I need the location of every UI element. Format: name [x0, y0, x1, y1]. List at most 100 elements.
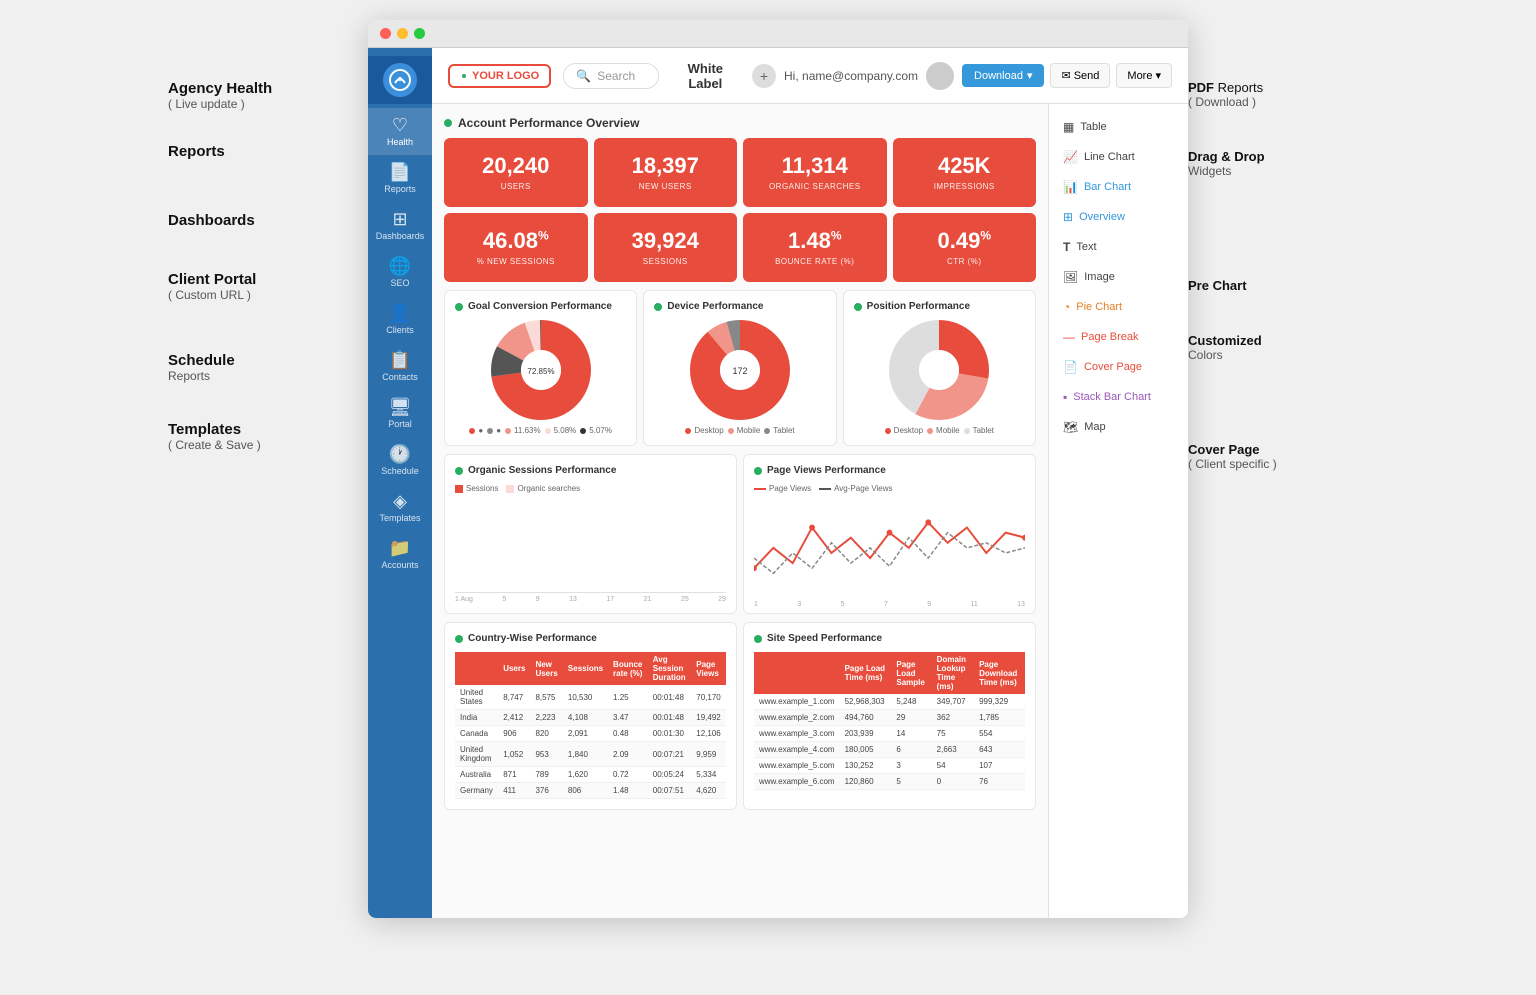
reports-icon: 📄 — [389, 163, 411, 181]
search-icon: 🔍 — [576, 69, 591, 83]
table-cell: www.example_4.com — [754, 742, 840, 758]
stat-card-new-users: 18,397 NEW USERS — [594, 138, 738, 207]
table-cell: 1,785 — [974, 710, 1025, 726]
sidebar-label-portal: Portal — [388, 419, 412, 429]
add-button[interactable]: + — [752, 64, 776, 88]
sidebar-item-portal[interactable]: 🖥 Portal — [368, 390, 432, 437]
bar-charts-row: Organic Sessions Performance Sessions Or… — [444, 454, 1036, 614]
widget-pie-chart[interactable]: ◔ Pie Chart — [1057, 296, 1180, 318]
widget-map[interactable]: 🗺 Map — [1057, 416, 1180, 438]
widget-bar-chart[interactable]: 📊 Bar Chart — [1057, 176, 1180, 198]
stat-card-new-sessions: 46.08% % NEW SESSIONS — [444, 213, 588, 282]
col-avg-session: Avg Session Duration — [648, 652, 691, 685]
close-dot[interactable] — [380, 28, 391, 39]
table-cell: 180,005 — [840, 742, 892, 758]
table-cell: 4,108 — [563, 710, 608, 726]
table-cell: 1,840 — [563, 742, 608, 767]
sidebar-item-contacts[interactable]: 📋 Contacts — [368, 343, 432, 390]
sidebar-item-accounts[interactable]: 📁 Accounts — [368, 531, 432, 578]
sidebar-item-dashboards[interactable]: ⊞ Dashboards — [368, 202, 432, 249]
sidebar-label-schedule: Schedule — [381, 466, 419, 476]
country-green-dot — [455, 635, 463, 643]
templates-icon: ◈ — [393, 492, 407, 510]
table-cell: www.example_1.com — [754, 694, 840, 710]
widget-cover-page[interactable]: 📄 Cover Page — [1057, 356, 1180, 378]
col-sessions: Sessions — [563, 652, 608, 685]
device-pie-container: 172 — [654, 320, 825, 420]
widget-panel: ▦ Table 📈 Line Chart 📊 Bar Chart ⊞ — [1048, 104, 1188, 918]
sidebar-label-seo: SEO — [390, 278, 409, 288]
agency-health-label: Agency Health — [168, 80, 368, 97]
customized-label: Customized — [1188, 333, 1368, 348]
page-views-line-chart — [754, 497, 1025, 599]
table-cell: 203,939 — [840, 726, 892, 742]
white-label-text: White Label — [671, 61, 740, 91]
table-row-section: Country-Wise Performance Users New Users — [444, 622, 1036, 810]
widget-page-break[interactable]: — Page Break — [1057, 326, 1180, 348]
more-label: More — [1127, 70, 1152, 82]
table-cell: 120,860 — [840, 774, 892, 790]
logo-status-dot — [460, 72, 468, 80]
table-row: www.example_3.com203,9391475554 — [754, 726, 1025, 742]
table-cell: 5,334 — [691, 767, 726, 783]
sidebar-item-seo[interactable]: 🌐 SEO — [368, 249, 432, 296]
search-bar[interactable]: 🔍 Search — [563, 63, 658, 89]
stat-card-impressions: 425K IMPRESSIONS — [893, 138, 1037, 207]
stat-card-users: 20,240 USERS — [444, 138, 588, 207]
sidebar-item-clients[interactable]: 👤 Clients — [368, 296, 432, 343]
table-row: www.example_2.com494,760293621,785 — [754, 710, 1025, 726]
pre-chart-label: Pre Chart — [1188, 278, 1368, 293]
widget-stack-bar[interactable]: ▪ Stack Bar Chart — [1057, 386, 1180, 408]
table-cell: 820 — [530, 726, 562, 742]
country-wise-table: Users New Users Sessions Bounce rate (%)… — [455, 652, 726, 799]
stat-card-bounce: 1.48% BOUNCE RATE (%) — [743, 213, 887, 282]
stat-value-users: 20,240 — [454, 154, 578, 178]
download-chevron-icon: ▾ — [1027, 69, 1033, 82]
widget-table[interactable]: ▦ Table — [1057, 116, 1180, 138]
minimize-dot[interactable] — [397, 28, 408, 39]
send-label: Send — [1074, 70, 1100, 82]
table-row: India2,4122,2234,1083.4700:01:4819,492 — [455, 710, 726, 726]
table-row: Canada9068202,0910.4800:01:3012,106 — [455, 726, 726, 742]
table-cell: 999,329 — [974, 694, 1025, 710]
widget-image[interactable]: 🖼 Image — [1057, 266, 1180, 288]
action-buttons: Download ▾ ✉ Send More ▾ — [962, 63, 1172, 88]
table-cell: 00:01:48 — [648, 685, 691, 710]
sidebar-item-templates[interactable]: ◈ Templates — [368, 484, 432, 531]
table-cell: 5,248 — [891, 694, 931, 710]
portal-icon: 🖥 — [389, 398, 412, 416]
account-performance-title: Account Performance Overview — [444, 116, 1036, 130]
stat-label-new-sessions: % NEW SESSIONS — [454, 257, 578, 266]
stat-value-bounce: 1.48% — [753, 229, 877, 253]
sidebar-logo-area — [368, 56, 432, 104]
more-button[interactable]: More ▾ — [1116, 63, 1172, 88]
sidebar-item-schedule[interactable]: 🕐 Schedule — [368, 437, 432, 484]
sidebar-item-reports[interactable]: 📄 Reports — [368, 155, 432, 202]
widget-overview[interactable]: ⊞ Overview — [1057, 206, 1180, 228]
stat-card-ctr: 0.49% CTR (%) — [893, 213, 1037, 282]
templates-label: Templates — [168, 421, 368, 438]
col-new-users: New Users — [530, 652, 562, 685]
charts-row: Goal Conversion Performance — [444, 290, 1036, 446]
table-cell: 554 — [974, 726, 1025, 742]
widget-line-chart[interactable]: 📈 Line Chart — [1057, 146, 1180, 168]
download-button[interactable]: Download ▾ — [962, 64, 1044, 87]
pdf-reports-sub: ( Download ) — [1188, 95, 1368, 109]
widget-text[interactable]: T Text — [1057, 236, 1180, 258]
browser-titlebar — [368, 20, 1188, 48]
widget-table-label: Table — [1080, 121, 1106, 133]
site-speed-green-dot — [754, 635, 762, 643]
col-country — [455, 652, 498, 685]
svg-text:72.85%: 72.85% — [527, 367, 554, 376]
maximize-dot[interactable] — [414, 28, 425, 39]
stat-label-ctr: CTR (%) — [903, 257, 1027, 266]
table-cell: 1.48 — [608, 783, 648, 799]
email-text: Hi, name@company.com — [784, 69, 918, 83]
table-cell: 3.47 — [608, 710, 648, 726]
white-label-bold: White — [688, 61, 723, 76]
widget-overview-label: Overview — [1079, 211, 1125, 223]
cover-page-sub: ( Client specific ) — [1188, 457, 1368, 471]
table-cell: 4,620 — [691, 783, 726, 799]
send-button[interactable]: ✉ Send — [1050, 63, 1110, 88]
sidebar-item-health[interactable]: ♡ Health — [368, 108, 432, 155]
